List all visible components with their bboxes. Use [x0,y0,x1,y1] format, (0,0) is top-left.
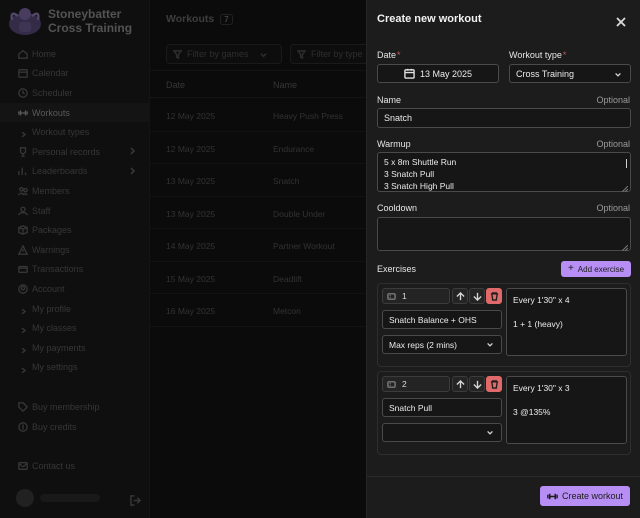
cooldown-label: Cooldown [377,203,418,213]
resize-grip-icon[interactable] [621,242,629,252]
warmup-line-text: 3 Snatch High Pull [384,181,454,191]
close-icon[interactable] [616,14,626,27]
name-label: Name [377,95,402,105]
exercise-note-line: Every 1'30" x 4 [513,295,570,305]
arrow-down-icon [472,380,482,389]
exercise-name-input[interactable]: Snatch Balance + OHS [382,310,502,329]
warmup-line-text: 3 Snatch Pull [384,169,435,179]
move-up-button[interactable] [452,376,468,392]
chevron-down-icon [614,71,622,79]
panel-footer: Create workout [367,476,640,518]
delete-exercise-button[interactable] [486,376,502,392]
required-mark: * [397,50,401,60]
exercise-note-line: 3 @135% [513,407,551,417]
dumbbell-icon [547,493,558,499]
date-value: 13 May 2025 [419,68,473,79]
warmup-line: 3 Snatch Pull [384,168,624,180]
resize-grip-icon[interactable] [621,183,629,193]
exercise-name-value: Snatch Balance + OHS [389,314,477,325]
workout-type-label: Workout type* [509,50,566,60]
date-label-text: Date [377,50,397,60]
date-label: Date* [377,50,401,60]
move-down-button[interactable] [469,376,485,392]
chevron-down-icon [486,429,494,437]
exercise-card: 1 Snatch Balance + OHS Max reps (2 mins) Ev… [377,283,631,367]
create-workout-panel: Create new workout Date* Workout type* 1… [366,0,640,518]
app-window: Stoneybatter Cross Training Home Calendar… [0,0,640,518]
drag-handle-icon[interactable] [387,292,396,301]
exercise-name-value: Snatch Pull [389,402,432,413]
exercise-order-input[interactable]: 1 [382,288,450,304]
drag-handle-icon[interactable] [387,380,396,389]
exercise-reps-select[interactable] [382,423,502,442]
plus-icon: + [567,263,574,274]
warmup-line: 3 Snatch High Pull [384,180,624,192]
name-input[interactable]: Snatch [377,108,631,128]
cooldown-optional: Optional [596,203,630,213]
warmup-line: 5 x 8m Shuttle Run [384,157,457,167]
add-exercise-button[interactable]: + Add exercise [561,261,631,277]
create-workout-button[interactable]: Create workout [540,486,630,506]
required-mark: * [562,50,567,60]
workout-type-select[interactable]: Cross Training [509,64,631,83]
delete-exercise-button[interactable] [486,288,502,304]
chevron-down-icon [486,341,494,349]
warmup-label: Warmup [377,139,411,149]
warmup-optional: Optional [596,139,630,149]
calendar-icon [404,68,415,79]
move-up-button[interactable] [452,288,468,304]
exercise-reps-select[interactable]: Max reps (2 mins) [382,335,502,354]
modal-backdrop[interactable] [0,0,366,518]
create-workout-label: Create workout [561,491,624,501]
exercise-notes-textarea[interactable]: Every 1'30" x 4 1 + 1 (heavy) [506,288,627,356]
exercise-order-input[interactable]: 2 [382,376,450,392]
cooldown-textarea[interactable] [377,217,631,252]
name-optional: Optional [596,95,630,105]
add-exercise-label: Add exercise [577,264,625,274]
arrow-up-icon [455,379,465,388]
arrow-down-icon [472,292,482,301]
warmup-textarea[interactable]: 5 x 8m Shuttle Run 3 Snatch Pull 3 Snatc… [377,152,631,193]
workout-type-value: Cross Training [516,68,575,79]
trash-icon [490,291,498,301]
name-value: Snatch [384,113,413,123]
workout-type-label-text: Workout type [509,50,562,60]
trash-icon [490,379,498,389]
exercise-note-line: 1 + 1 (heavy) [513,319,563,329]
panel-title: Create new workout [377,13,482,25]
exercise-order-value: 1 [402,291,407,301]
exercises-label: Exercises [377,264,417,274]
exercise-note-line: Every 1'30" x 3 [513,383,570,393]
exercise-notes-textarea[interactable]: Every 1'30" x 3 3 @135% [506,376,627,444]
move-down-button[interactable] [469,288,485,304]
exercise-name-input[interactable]: Snatch Pull [382,398,502,417]
exercise-card: 2 Snatch Pull Every 1'30" x 3 3 @135% [377,371,631,455]
arrow-up-icon [455,291,465,300]
date-picker[interactable]: 13 May 2025 [377,64,499,83]
text-cursor [626,159,627,168]
exercise-order-value: 2 [402,379,407,389]
exercise-reps-value: Max reps (2 mins) [389,339,458,350]
